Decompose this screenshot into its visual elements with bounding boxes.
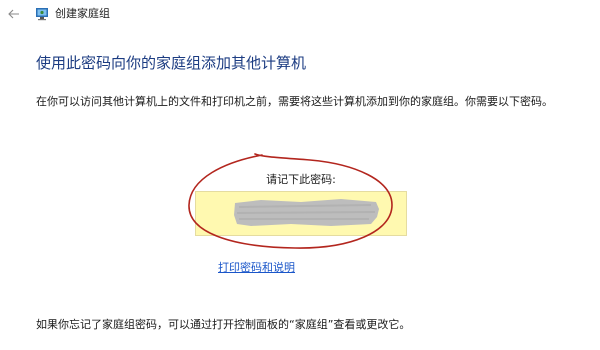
homegroup-icon (36, 8, 48, 21)
back-arrow-icon (8, 9, 19, 19)
title-bar: 创建家庭组 (0, 0, 600, 32)
password-redaction (234, 199, 379, 226)
print-password-link[interactable]: 打印密码和说明 (218, 261, 295, 275)
back-button[interactable] (6, 6, 22, 22)
homegroup-wizard-window: 创建家庭组 使用此密码向你的家庭组添加其他计算机 在你可以访问其他计算机上的文件… (0, 0, 600, 350)
password-box (195, 191, 407, 236)
intro-text: 在你可以访问其他计算机上的文件和打印机之前，需要将这些计算机添加到你的家庭组。你… (36, 95, 553, 108)
page-heading: 使用此密码向你的家庭组添加其他计算机 (36, 54, 307, 72)
password-label: 请记下此密码: (266, 173, 336, 186)
footer-note: 如果你忘记了家庭组密码，可以通过打开控制面板的“家庭组”查看或更改它。 (36, 318, 411, 331)
window-title: 创建家庭组 (55, 7, 110, 20)
